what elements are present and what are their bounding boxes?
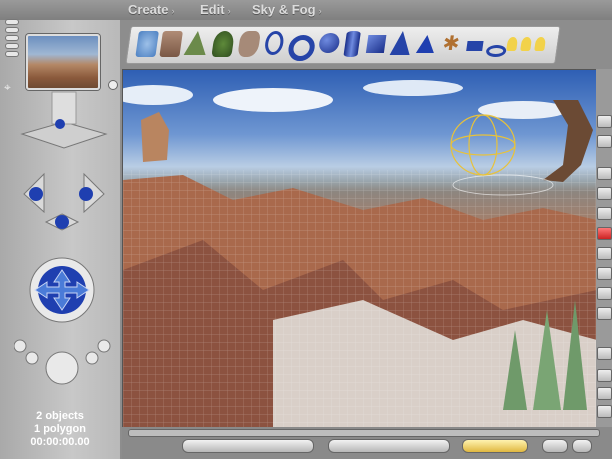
human-figure-icon[interactable]: ✱	[439, 31, 463, 57]
render-option-button[interactable]	[597, 307, 612, 320]
rock-object	[141, 112, 169, 162]
object-library-strip[interactable]: ✱	[125, 26, 561, 64]
render-option-button[interactable]	[597, 187, 612, 200]
eraser-icon[interactable]	[597, 135, 612, 148]
zoom-in-icon[interactable]	[597, 369, 612, 382]
menu-bar: Create › Edit › Sky & Fog ›	[0, 0, 612, 20]
timecode: 00:00:00.00	[30, 436, 90, 448]
clouds	[123, 80, 568, 119]
torus-flat-icon[interactable]	[485, 45, 507, 57]
light-icon[interactable]	[520, 37, 533, 51]
render-option-button[interactable]	[597, 207, 612, 220]
timeline-track[interactable]	[128, 429, 600, 437]
polygon-count: 1 polygon	[34, 423, 86, 435]
cube-view-icon[interactable]	[597, 347, 612, 360]
light-icon[interactable]	[506, 37, 519, 51]
chevron-right-icon: ›	[171, 6, 175, 16]
scene-render	[123, 80, 597, 428]
menu-create[interactable]: Create ›	[128, 2, 174, 17]
cube-icon[interactable]	[365, 35, 387, 53]
hand-icon[interactable]	[597, 405, 612, 418]
cone-icon[interactable]	[389, 31, 413, 55]
playback-keys-group[interactable]	[182, 439, 314, 453]
panel-handle-bar[interactable]	[6, 52, 18, 56]
mountain-terrain-icon[interactable]	[183, 31, 209, 55]
chevron-right-icon: ›	[318, 6, 322, 16]
menu-create-label: Create	[128, 2, 169, 17]
left-control-panel: ⌖	[0, 20, 120, 459]
zoom-dolly-control[interactable]	[14, 339, 111, 385]
render-option-button[interactable]	[597, 167, 612, 180]
render-option-button[interactable]	[597, 267, 612, 280]
tree-icon[interactable]	[211, 31, 235, 57]
menu-edit-label: Edit	[200, 2, 225, 17]
cube-flat-icon[interactable]	[466, 41, 484, 51]
move-control[interactable]	[29, 257, 95, 323]
light-icon[interactable]	[534, 37, 547, 51]
bottom-toolbar	[122, 427, 612, 459]
key-frame-button[interactable]	[462, 439, 528, 453]
torus-icon[interactable]	[286, 35, 317, 61]
loop-button[interactable]	[542, 439, 568, 453]
render-option-button[interactable]	[597, 287, 612, 300]
navigation-controls	[14, 91, 111, 385]
pencil-icon[interactable]	[597, 115, 612, 128]
cylinder-icon[interactable]	[343, 31, 361, 57]
scene-viewport[interactable]	[122, 69, 598, 429]
panel-handle-bar[interactable]	[6, 20, 18, 24]
ripple-terrain-icon[interactable]	[135, 31, 159, 57]
selection-gizmo[interactable]	[450, 114, 516, 176]
record-button[interactable]	[597, 227, 612, 240]
zoom-out-icon[interactable]	[597, 387, 612, 400]
menu-sky-fog-label: Sky & Fog	[252, 2, 316, 17]
settings-button[interactable]	[572, 439, 592, 453]
menu-edit[interactable]: Edit ›	[200, 2, 231, 17]
camera-rotate-control[interactable]	[23, 172, 105, 231]
transport-controls[interactable]	[328, 439, 450, 453]
pyramid-icon[interactable]	[415, 35, 437, 53]
render-option-button[interactable]	[597, 247, 612, 260]
camera-icon[interactable]: ⌖	[4, 80, 11, 95]
panel-handle-bar[interactable]	[6, 44, 18, 48]
canyon-terrain	[123, 170, 597, 428]
object-tumble-control[interactable]	[20, 91, 108, 149]
spiral-icon[interactable]	[263, 31, 285, 55]
chevron-right-icon: ›	[227, 6, 231, 16]
scene-status: 2 objects 1 polygon 00:00:00.00	[0, 410, 120, 449]
rock-terrain-icon[interactable]	[159, 31, 183, 57]
object-count: 2 objects	[36, 410, 84, 422]
sphere-icon[interactable]	[317, 33, 341, 53]
rock-icon[interactable]	[237, 31, 261, 57]
panel-handle-bar[interactable]	[6, 28, 18, 32]
menu-sky-fog[interactable]: Sky & Fog ›	[252, 2, 322, 17]
panel-handle-bar[interactable]	[6, 36, 18, 40]
right-tool-column	[596, 69, 612, 427]
